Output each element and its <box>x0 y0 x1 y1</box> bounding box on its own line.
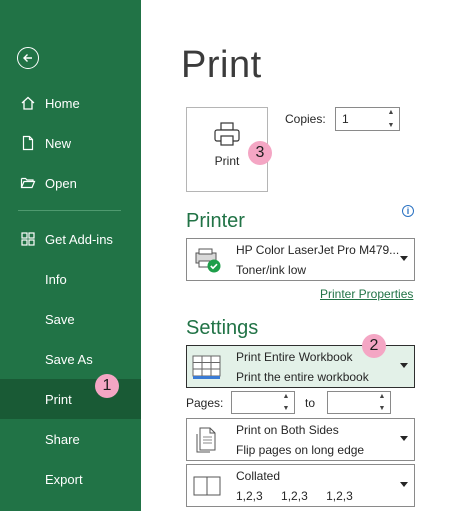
back-arrow-icon <box>23 54 32 62</box>
collate-title: Collated <box>236 469 281 483</box>
printer-select[interactable]: HP Color LaserJet Pro M479... Toner/ink … <box>186 238 415 281</box>
workbook-icon <box>192 352 222 382</box>
nav-print[interactable]: Print <box>0 379 141 419</box>
collate-icon <box>192 471 222 501</box>
pages-from-stepper[interactable]: ▲ ▼ <box>231 391 295 414</box>
nav-open-label: Open <box>45 175 77 191</box>
printer-properties-link[interactable]: Printer Properties <box>320 287 413 301</box>
nav-home-label: Home <box>45 95 80 111</box>
collate-set-1: 1,2,3 <box>236 489 263 503</box>
home-icon <box>19 94 37 112</box>
copies-label: Copies: <box>285 112 326 126</box>
copies-stepper[interactable]: 1 ▲ ▼ <box>335 107 400 131</box>
nav-info-label: Info <box>45 271 67 287</box>
sidebar-divider <box>18 210 121 211</box>
duplex-title: Print on Both Sides <box>236 423 339 437</box>
nav-export-label: Export <box>45 471 83 487</box>
nav-share[interactable]: Share <box>0 419 141 459</box>
printer-section-title: Printer <box>186 210 245 232</box>
pages-to-stepper[interactable]: ▲ ▼ <box>327 391 391 414</box>
pages-to-arrows[interactable]: ▲ ▼ <box>376 393 388 412</box>
chevron-down-icon <box>400 482 408 487</box>
new-file-icon <box>19 134 37 152</box>
two-sided-icon <box>192 425 222 455</box>
chevron-down-icon <box>400 256 408 261</box>
nav-save[interactable]: Save <box>0 299 141 339</box>
collate-order: 1,2,3 1,2,3 1,2,3 <box>236 489 368 503</box>
nav-print-label: Print <box>45 391 72 407</box>
nav-save-label: Save <box>45 311 75 327</box>
printer-status: Toner/ink low <box>236 263 307 277</box>
nav-open[interactable]: Open <box>0 163 141 203</box>
nav-save-as[interactable]: Save As <box>0 339 141 379</box>
printer-name: HP Color LaserJet Pro M479... <box>236 243 400 257</box>
print-button-label: Print <box>214 154 240 168</box>
nav-get-addins-label: Get Add-ins <box>45 231 113 247</box>
pages-label: Pages: <box>186 396 224 410</box>
nav-home[interactable]: Home <box>0 83 141 123</box>
copies-stepper-arrows[interactable]: ▲ ▼ <box>385 109 397 129</box>
nav-export[interactable]: Export <box>0 459 141 499</box>
pages-from-arrows[interactable]: ▲ ▼ <box>280 393 292 412</box>
callout-badge-2: 2 <box>362 334 386 358</box>
nav-save-as-label: Save As <box>45 351 93 367</box>
collate-set-3: 1,2,3 <box>326 489 353 503</box>
printer-ready-icon <box>192 245 222 275</box>
grid-icon <box>19 230 37 248</box>
settings-section-title: Settings <box>186 317 259 339</box>
back-button[interactable] <box>17 47 39 69</box>
page-title: Print <box>181 44 262 86</box>
chevron-down-icon <box>400 363 408 368</box>
nav-share-label: Share <box>45 431 80 447</box>
callout-badge-1: 1 <box>95 374 119 398</box>
pages-to-label: to <box>305 396 316 410</box>
callout-badge-3: 3 <box>248 141 272 165</box>
folder-open-icon <box>19 174 37 192</box>
print-scope-desc: Print the entire workbook <box>236 370 369 384</box>
copies-value: 1 <box>342 112 349 126</box>
chevron-down-icon <box>400 436 408 441</box>
duplex-desc: Flip pages on long edge <box>236 443 365 457</box>
nav-info[interactable]: Info <box>0 259 141 299</box>
collate-set-2: 1,2,3 <box>281 489 308 503</box>
backstage-sidebar: Home New Open Get Add-ins Info Save Save… <box>0 0 141 511</box>
duplex-select[interactable]: Print on Both Sides Flip pages on long e… <box>186 418 415 461</box>
nav-new-label: New <box>45 135 72 151</box>
info-icon[interactable]: i <box>402 205 414 217</box>
nav-new[interactable]: New <box>0 123 141 163</box>
print-pane: Print Print 3 Copies: 1 ▲ ▼ Printer i HP … <box>141 0 463 511</box>
collate-select[interactable]: Collated 1,2,3 1,2,3 1,2,3 <box>186 464 415 507</box>
print-scope-title: Print Entire Workbook <box>236 350 353 364</box>
nav-get-addins[interactable]: Get Add-ins <box>0 219 141 259</box>
printer-icon <box>214 122 240 146</box>
